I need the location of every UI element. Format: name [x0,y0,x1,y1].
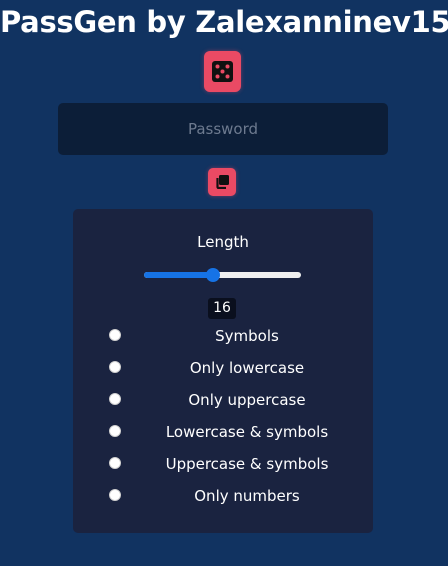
length-slider-fill [144,272,214,278]
option-label: Only uppercase [188,391,306,409]
option-only-lowercase[interactable]: Only lowercase [73,357,373,379]
radio-only-lowercase[interactable] [109,361,121,373]
page-title: PassGen by Zalexanninev15 [0,5,448,39]
radio-uppercase-symbols[interactable] [109,457,121,469]
length-slider[interactable] [144,268,301,282]
length-slider-thumb[interactable] [206,268,221,282]
radio-symbols[interactable] [109,329,121,341]
radio-only-numbers[interactable] [109,489,121,501]
radio-only-uppercase[interactable] [109,393,121,405]
radio-lowercase-symbols[interactable] [109,425,121,437]
option-label: Only numbers [194,487,300,505]
option-symbols[interactable]: Symbols [73,325,373,347]
option-label: Symbols [215,327,279,345]
option-uppercase-symbols[interactable]: Uppercase & symbols [73,453,373,475]
length-value: 16 [208,298,236,319]
length-label: Length [197,233,249,251]
dice-icon [212,61,233,82]
settings-panel: Length 16 Symbols Only lowercase Only up… [73,209,373,533]
option-only-uppercase[interactable]: Only uppercase [73,389,373,411]
option-only-numbers[interactable]: Only numbers [73,485,373,507]
option-label: Only lowercase [189,359,305,377]
option-lowercase-symbols[interactable]: Lowercase & symbols [73,421,373,443]
option-label: Uppercase & symbols [165,455,329,473]
generate-button[interactable] [204,51,241,92]
option-label: Lowercase & symbols [165,423,329,441]
password-field[interactable] [58,103,388,155]
copy-icon [216,175,229,189]
copy-button[interactable] [208,168,236,196]
